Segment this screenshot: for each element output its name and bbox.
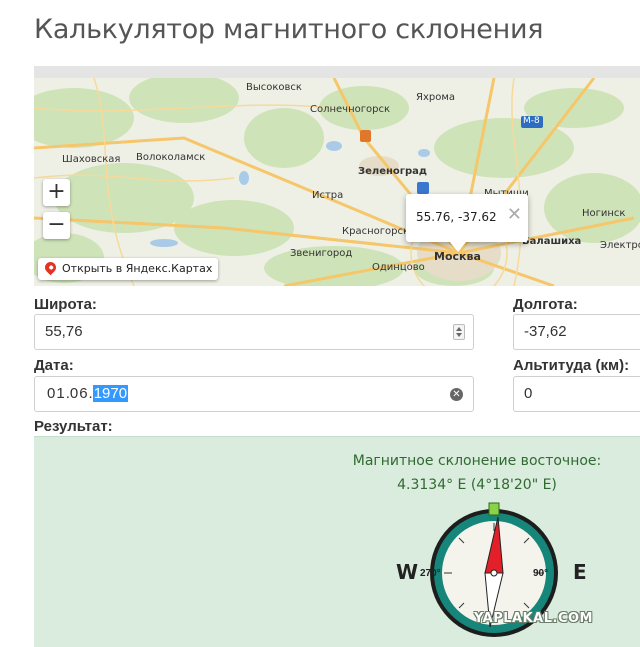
- result-panel: Магнитное склонение восточное: 4.3134° E…: [34, 436, 640, 647]
- map-label-noginsk: Ногинск: [582, 208, 626, 219]
- map-label-zelenograd: Зеленоград: [358, 166, 427, 177]
- map-label-solnechnogorsk: Солнечногорск: [310, 104, 391, 115]
- page-title: Калькулятор магнитного склонения: [34, 14, 544, 45]
- longitude-label: Долгота:: [513, 296, 578, 313]
- open-yandex-maps-label: Открыть в Яндекс.Картах: [62, 262, 213, 275]
- map-label-balashikha: Балашиха: [522, 236, 582, 247]
- title-divider: [34, 66, 640, 78]
- close-icon[interactable]: ✕: [507, 206, 522, 224]
- date-month: 06: [69, 385, 89, 402]
- latitude-label: Широта:: [34, 296, 97, 313]
- map-label-shakhovskaya: Шаховская: [62, 154, 121, 165]
- date-input[interactable]: 01.06.1970 ✕: [34, 376, 474, 412]
- declination-title: Магнитное склонение восточное:: [352, 453, 602, 469]
- spinner-icon[interactable]: [453, 324, 465, 340]
- map-widget[interactable]: Высоковск Солнечногорск Яхрома М-8 Шахов…: [34, 78, 640, 286]
- map-label-volokolamsk: Волоколамск: [136, 152, 206, 163]
- map-pin-icon: [42, 259, 59, 276]
- date-label: Дата:: [34, 357, 74, 374]
- map-label-krasnogorsk: Красногорск: [342, 226, 409, 237]
- declination-block: Магнитное склонение восточное: 4.3134° E…: [34, 453, 640, 493]
- compass-270-label: 270°: [420, 568, 441, 579]
- zoom-in-button[interactable]: +: [43, 179, 70, 206]
- map-label-elektrostal: Электросталь: [600, 240, 640, 251]
- map-label-yakhroma: Яхрома: [416, 92, 456, 103]
- map-label-odintsovo: Одинцово: [372, 262, 425, 273]
- map-label-istra: Истра: [312, 190, 344, 201]
- map-balloon: 55.76, -37.62 ✕: [406, 194, 528, 252]
- watermark: YAPLAKAL.COM: [474, 611, 593, 626]
- altitude-label: Альтитуда (км):: [513, 357, 630, 374]
- map-road-m8: М-8: [523, 116, 540, 126]
- open-yandex-maps-link[interactable]: Открыть в Яндекс.Картах: [38, 258, 219, 280]
- result-label: Результат:: [34, 418, 113, 435]
- latitude-value: 55,76: [45, 323, 83, 340]
- longitude-value: -37,62: [524, 323, 567, 340]
- altitude-input[interactable]: 0: [513, 376, 640, 412]
- date-year: 1970: [92, 385, 129, 402]
- zoom-out-button[interactable]: −: [43, 212, 70, 239]
- declination-value: 4.3134° E (4°18'20" E): [397, 477, 557, 493]
- map-label-zvenigorod: Звенигород: [290, 248, 353, 259]
- longitude-input[interactable]: -37,62: [513, 314, 640, 350]
- compass-east-label: E: [573, 560, 587, 584]
- compass-west-label: W: [396, 560, 419, 584]
- compass-90-label: 90°: [533, 568, 549, 579]
- date-day: 01: [47, 385, 66, 402]
- latitude-input[interactable]: 55,76: [34, 314, 474, 350]
- balloon-coordinates: 55.76, -37.62: [416, 210, 497, 224]
- map-label-vysokovsk: Высоковск: [246, 82, 302, 93]
- altitude-value: 0: [524, 385, 533, 402]
- clear-icon[interactable]: ✕: [450, 388, 463, 401]
- balloon-tail: [450, 242, 466, 252]
